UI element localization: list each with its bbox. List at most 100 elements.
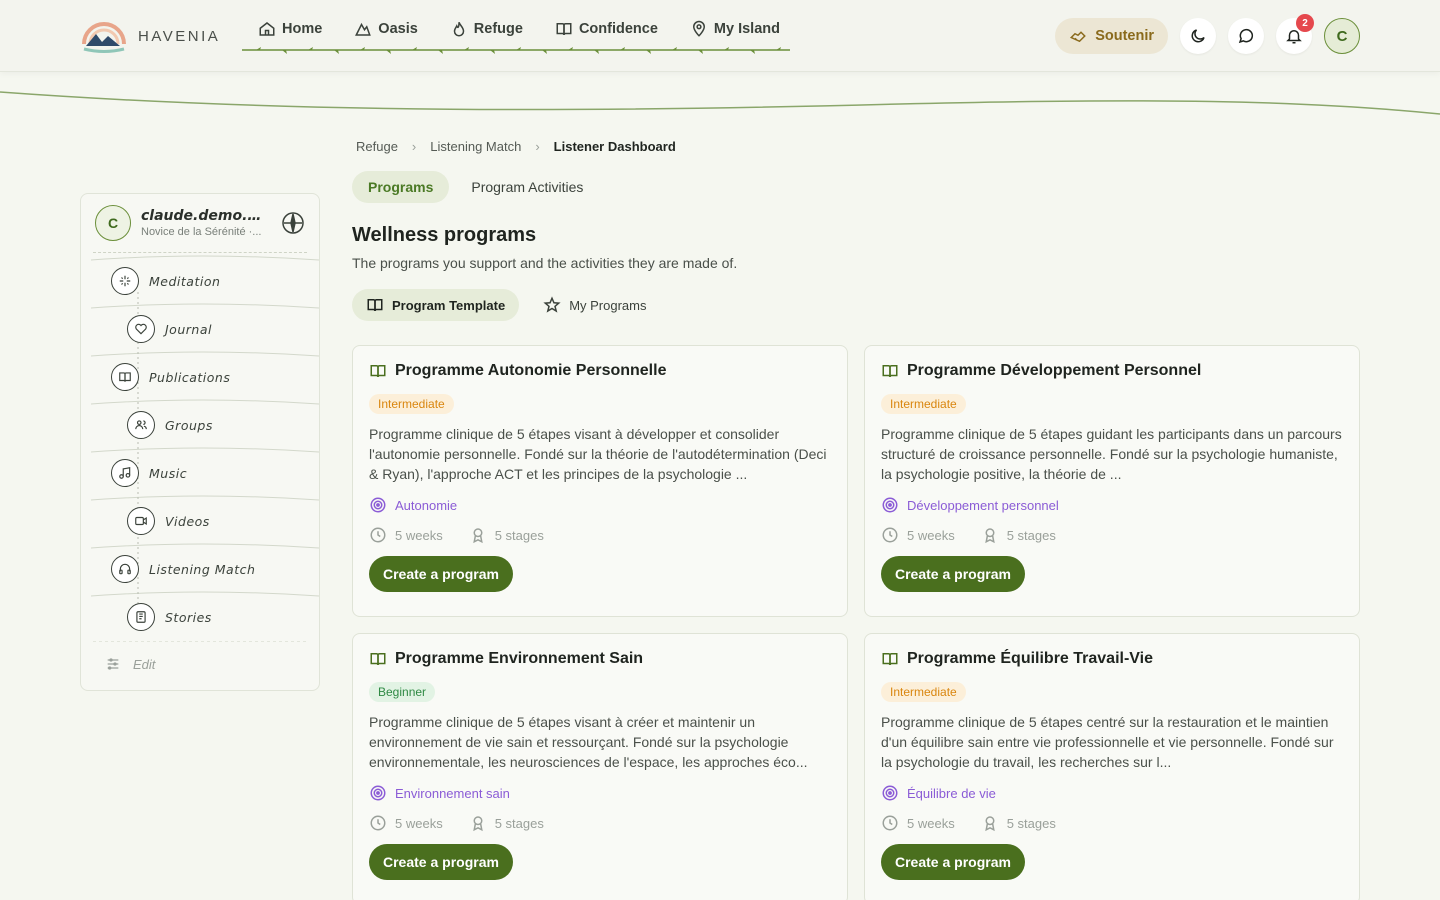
level-badge: Intermediate: [881, 394, 966, 414]
subtab-my-programs[interactable]: My Programs: [529, 289, 660, 321]
header-wave-decoration: [0, 91, 1440, 115]
star-icon: [543, 296, 561, 313]
breadcrumb-refuge[interactable]: Refuge: [356, 139, 398, 154]
sidebar-item-groups[interactable]: Groups: [127, 411, 213, 439]
handshake-icon: [1070, 31, 1086, 43]
sidebar-item-videos[interactable]: Videos: [127, 507, 210, 535]
nav-confidence[interactable]: Confidence: [539, 18, 674, 40]
sidebar-edit-label: Edit: [133, 656, 156, 672]
award-icon: [472, 528, 483, 544]
tab-programs[interactable]: Programs: [352, 171, 450, 203]
flame-icon: [453, 21, 465, 37]
compass-icon[interactable]: [281, 211, 305, 235]
subtab-label: My Programs: [569, 297, 647, 313]
sidebar-item-label: Stories: [165, 609, 212, 625]
create-program-button[interactable]: Create a program: [881, 556, 1025, 592]
program-meta: 5 weeks 5 stages: [369, 814, 831, 832]
breadcrumb-listening-match[interactable]: Listening Match: [430, 139, 521, 154]
breadcrumb-current: Listener Dashboard: [553, 139, 676, 154]
target-icon: [882, 785, 898, 801]
sidebar-item-publications[interactable]: Publications: [111, 363, 230, 391]
brand-logo[interactable]: HAVENIA: [80, 16, 220, 56]
program-domain: Équilibre de vie: [881, 784, 1343, 802]
sidebar-item-meditation[interactable]: Meditation: [111, 267, 220, 295]
create-program-button[interactable]: Create a program: [881, 844, 1025, 880]
create-program-button[interactable]: Create a program: [369, 556, 513, 592]
clock-icon: [882, 527, 898, 543]
nav-label: Oasis: [378, 21, 418, 37]
sidebar-item-label: Groups: [165, 417, 213, 433]
subtab-program-template[interactable]: Program Template: [352, 289, 520, 321]
program-domain: Environnement sain: [369, 784, 831, 802]
sparkles-icon: [111, 267, 139, 295]
clock-icon: [370, 815, 386, 831]
domain-label: Développement personnel: [907, 497, 1059, 513]
sidebar-item-label: Meditation: [149, 273, 221, 289]
nav-label: Confidence: [578, 21, 658, 37]
chevron-right-icon: ›: [535, 139, 540, 154]
program-meta: 5 weeks 5 stages: [881, 526, 1343, 544]
sidebar-user-level: Novice de la Sérénité ·...: [141, 226, 262, 238]
nav-label: Home: [282, 21, 323, 37]
program-description: Programme clinique de 5 étapes centré su…: [881, 714, 1334, 770]
domain-label: Équilibre de vie: [907, 785, 996, 801]
sidebar-item-journal[interactable]: Journal: [127, 315, 212, 343]
logo-icon: [82, 22, 126, 53]
messages-button[interactable]: [1228, 18, 1264, 54]
program-card-title: Programme Autonomie Personnelle: [369, 362, 831, 380]
nav-my-island[interactable]: My Island: [674, 18, 796, 40]
breadcrumb: Refuge › Listening Match › Listener Dash…: [356, 139, 676, 154]
sidebar-item-label: Videos: [165, 513, 210, 529]
award-icon: [472, 816, 483, 832]
level-badge: Beginner: [369, 682, 436, 702]
sidebar-edit-button[interactable]: Edit: [105, 656, 155, 672]
program-card-title: Programme Équilibre Travail-Vie: [881, 650, 1343, 668]
moon-icon: [1191, 29, 1205, 43]
sidebar-item-label: Music: [149, 465, 188, 481]
support-button[interactable]: Soutenir: [1055, 18, 1168, 54]
book-icon: [367, 299, 383, 312]
create-program-button[interactable]: Create a program: [369, 844, 513, 880]
support-label: Soutenir: [1095, 28, 1154, 44]
nav-oasis[interactable]: Oasis: [338, 18, 434, 40]
program-description: Programme clinique de 5 étapes visant à …: [369, 714, 808, 770]
program-subtabs: Program Template My Programs: [352, 289, 660, 321]
message-circle-icon: [1238, 28, 1254, 44]
sliders-icon: [107, 658, 119, 670]
nav-refuge[interactable]: Refuge: [434, 18, 539, 40]
sidebar-user-name: claude.demo.des...: [141, 208, 271, 224]
clock-icon: [370, 527, 386, 543]
sidebar-item-listening-match[interactable]: Listening Match: [111, 555, 255, 583]
program-description: Programme clinique de 5 étapes guidant l…: [881, 426, 1342, 482]
heart-icon: [127, 315, 155, 343]
headphones-icon: [111, 555, 139, 583]
video-icon: [127, 507, 155, 535]
program-card-title: Programme Environnement Sain: [369, 650, 831, 668]
program-domain: Autonomie: [369, 496, 831, 514]
level-badge: Intermediate: [881, 682, 966, 702]
sidebar-avatar: C: [95, 205, 131, 241]
sidebar-item-stories[interactable]: Stories: [127, 603, 212, 631]
page-title: Wellness programs: [352, 224, 537, 246]
book-open-icon: [370, 365, 386, 378]
notification-badge: 2: [1296, 14, 1314, 32]
stages-label: 5 stages: [494, 527, 544, 543]
sidebar-user[interactable]: C claude.demo.des... Novice de la Séréni…: [81, 194, 319, 252]
nav-home[interactable]: Home: [242, 18, 338, 40]
sidebar-item-music[interactable]: Music: [111, 459, 187, 487]
notifications-button[interactable]: 2: [1276, 14, 1314, 54]
tab-program-activities[interactable]: Program Activities: [455, 171, 599, 203]
program-card: Programme Autonomie Personnelle Intermed…: [352, 345, 848, 617]
nav-vine-decoration: [242, 47, 790, 54]
theme-toggle-button[interactable]: [1180, 18, 1216, 54]
brand-name: HAVENIA: [138, 27, 221, 45]
stages-label: 5 stages: [1006, 527, 1056, 543]
program-title: Programme Équilibre Travail-Vie: [907, 650, 1154, 667]
book-open-icon: [882, 365, 898, 378]
stages-label: 5 stages: [494, 815, 544, 831]
nav-label: My Island: [713, 21, 780, 37]
target-icon: [370, 497, 386, 513]
user-avatar[interactable]: C: [1324, 18, 1360, 54]
domain-label: Autonomie: [395, 497, 458, 513]
award-icon: [984, 528, 995, 544]
